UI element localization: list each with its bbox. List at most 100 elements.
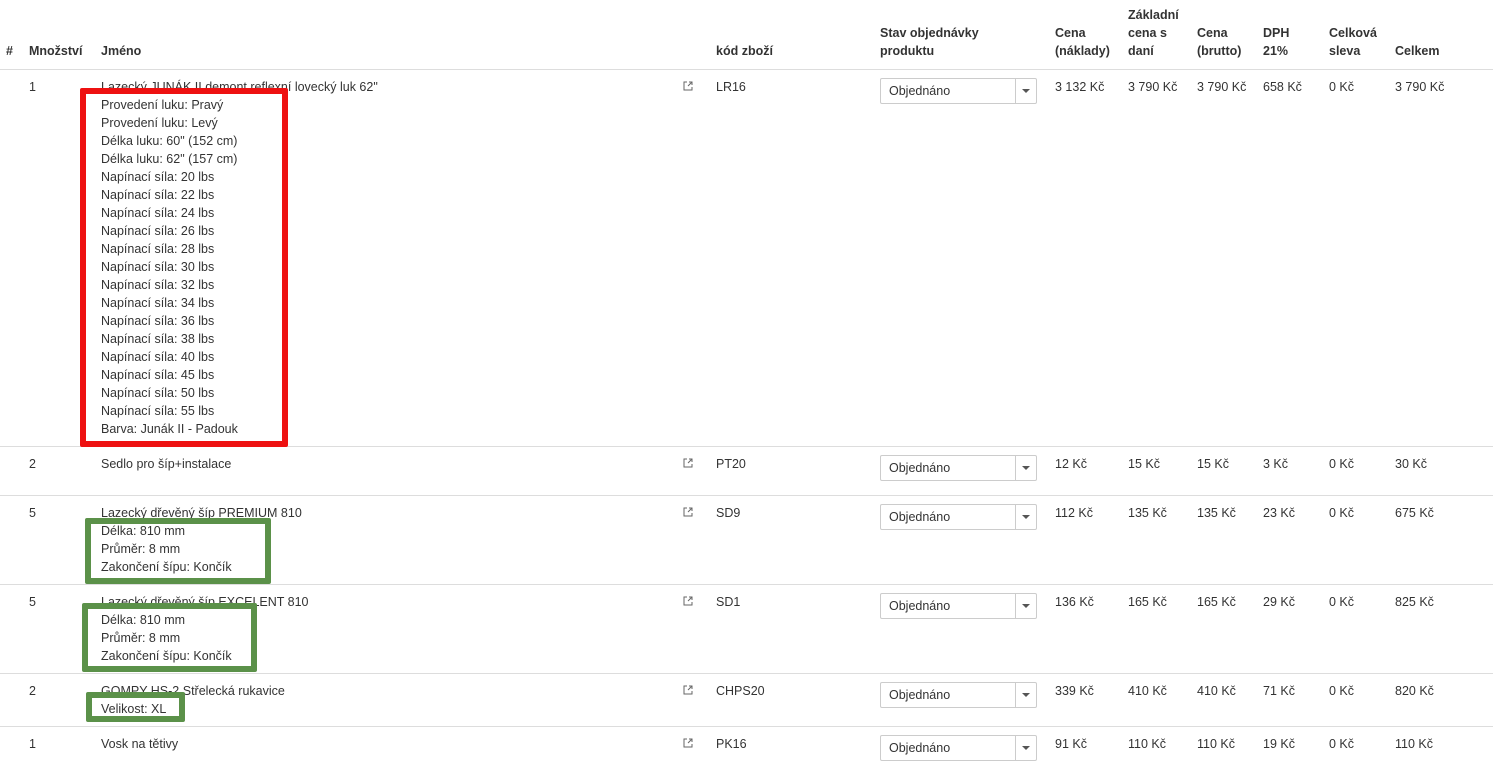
- product-attribute: Napínací síla: 24 lbs: [101, 206, 215, 220]
- cell-base-price: 3 790 Kč: [1128, 80, 1178, 94]
- cell-qty: 2: [29, 684, 36, 698]
- col-header-vat: DPH 21%: [1263, 26, 1290, 58]
- chevron-down-icon[interactable]: [1015, 594, 1036, 618]
- cell-qty: 5: [29, 506, 36, 520]
- product-attribute: Napínací síla: 38 lbs: [101, 332, 215, 346]
- external-link-icon[interactable]: [683, 457, 693, 468]
- cell-base-price: 135 Kč: [1128, 506, 1167, 520]
- product-attribute: Délka luku: 60" (152 cm): [101, 134, 238, 148]
- cell-cost: 136 Kč: [1055, 595, 1094, 609]
- cell-base-price: 165 Kč: [1128, 595, 1167, 609]
- external-link-icon[interactable]: [683, 737, 693, 748]
- chevron-down-icon[interactable]: [1015, 79, 1036, 103]
- order-status-value: Objednáno: [889, 688, 951, 702]
- col-header-num: #: [6, 44, 13, 58]
- product-attribute: Velikost: XL: [101, 702, 167, 716]
- product-attribute: Délka: 810 mm: [101, 613, 186, 627]
- cell-cost: 12 Kč: [1055, 457, 1087, 471]
- cell-gross-price: 110 Kč: [1197, 737, 1235, 751]
- product-attribute: Napínací síla: 50 lbs: [101, 386, 215, 400]
- product-attribute: Barva: Junák II - Padouk: [101, 422, 238, 436]
- row-divider: [0, 69, 1493, 70]
- cell-cost: 112 Kč: [1055, 506, 1093, 520]
- chevron-down-icon[interactable]: [1015, 736, 1036, 760]
- col-header-total: Celkem: [1395, 44, 1440, 58]
- order-status-value: Objednáno: [889, 510, 951, 524]
- product-attribute: Průměr: 8 mm: [101, 631, 181, 645]
- chevron-down-icon[interactable]: [1015, 456, 1036, 480]
- cell-total: 3 790 Kč: [1395, 80, 1445, 94]
- cell-discount: 0 Kč: [1329, 506, 1355, 520]
- order-status-select[interactable]: Objednáno: [880, 593, 1037, 619]
- cell-product-code: SD1: [716, 595, 741, 609]
- chevron-down-icon[interactable]: [1015, 683, 1036, 707]
- product-name: Sedlo pro šíp+instalace: [101, 457, 232, 471]
- product-name: Lazecký dřevěný šíp PREMIUM 810: [101, 506, 302, 520]
- cell-total: 675 Kč: [1395, 506, 1434, 520]
- cell-cost: 339 Kč: [1055, 684, 1094, 698]
- col-header-code: kód zboží: [716, 44, 773, 58]
- external-link-icon[interactable]: [683, 684, 693, 695]
- cell-cost: 91 Kč: [1055, 737, 1087, 751]
- row-divider: [0, 446, 1493, 447]
- cell-discount: 0 Kč: [1329, 80, 1355, 94]
- cell-cost: 3 132 Kč: [1055, 80, 1105, 94]
- cell-vat: 23 Kč: [1263, 506, 1295, 520]
- cell-discount: 0 Kč: [1329, 457, 1355, 471]
- product-attribute: Provedení luku: Levý: [101, 116, 218, 130]
- cell-vat: 71 Kč: [1263, 684, 1295, 698]
- cell-product-code: PK16: [716, 737, 747, 751]
- cell-vat: 29 Kč: [1263, 595, 1295, 609]
- order-status-select[interactable]: Objednáno: [880, 504, 1037, 530]
- col-header-discount: Celková sleva: [1329, 26, 1377, 58]
- cell-base-price: 15 Kč: [1128, 457, 1160, 471]
- external-link-icon[interactable]: [683, 595, 693, 606]
- external-link-icon[interactable]: [683, 506, 693, 517]
- cell-gross-price: 135 Kč: [1197, 506, 1236, 520]
- product-name: Lazecký dřevěný šíp EXCELENT 810: [101, 595, 309, 609]
- order-status-value: Objednáno: [889, 741, 951, 755]
- cell-product-code: LR16: [716, 80, 746, 94]
- product-attribute: Napínací síla: 45 lbs: [101, 368, 215, 382]
- cell-product-code: SD9: [716, 506, 741, 520]
- col-header-status: Stav objednávky produktu: [880, 26, 979, 58]
- col-header-name: Jméno: [101, 44, 142, 58]
- cell-product-code: CHPS20: [716, 684, 765, 698]
- product-attribute: Napínací síla: 20 lbs: [101, 170, 215, 184]
- row-divider: [0, 584, 1493, 585]
- col-header-qty: Množství: [29, 44, 83, 58]
- order-status-select[interactable]: Objednáno: [880, 455, 1037, 481]
- cell-qty: 1: [29, 80, 36, 94]
- chevron-down-icon[interactable]: [1015, 505, 1036, 529]
- order-status-value: Objednáno: [889, 461, 951, 475]
- cell-vat: 658 Kč: [1263, 80, 1302, 94]
- order-status-select[interactable]: Objednáno: [880, 682, 1037, 708]
- product-attribute: Napínací síla: 40 lbs: [101, 350, 215, 364]
- product-name: Lazecký JUNÁK II demont reflexní lovecký…: [101, 80, 378, 94]
- product-attribute: Napínací síla: 55 lbs: [101, 404, 215, 418]
- product-attribute: Napínací síla: 34 lbs: [101, 296, 215, 310]
- order-status-select[interactable]: Objednáno: [880, 735, 1037, 761]
- cell-total: 110 Kč: [1395, 737, 1433, 751]
- row-divider: [0, 726, 1493, 727]
- product-name: GOMPY HS-2 Střelecká rukavice: [101, 684, 285, 698]
- cell-gross-price: 3 790 Kč: [1197, 80, 1247, 94]
- product-attribute: Napínací síla: 22 lbs: [101, 188, 215, 202]
- order-status-value: Objednáno: [889, 599, 951, 613]
- col-header-cost: Cena (náklady): [1055, 26, 1110, 58]
- row-divider: [0, 673, 1493, 674]
- cell-gross-price: 410 Kč: [1197, 684, 1236, 698]
- col-header-gross: Cena (brutto): [1197, 26, 1242, 58]
- order-status-select[interactable]: Objednáno: [880, 78, 1037, 104]
- cell-product-code: PT20: [716, 457, 746, 471]
- product-attribute: Napínací síla: 32 lbs: [101, 278, 215, 292]
- cell-vat: 19 Kč: [1263, 737, 1295, 751]
- cell-qty: 5: [29, 595, 36, 609]
- cell-vat: 3 Kč: [1263, 457, 1289, 471]
- cell-discount: 0 Kč: [1329, 595, 1355, 609]
- cell-discount: 0 Kč: [1329, 684, 1355, 698]
- external-link-icon[interactable]: [683, 80, 693, 91]
- cell-qty: 1: [29, 737, 36, 751]
- cell-gross-price: 15 Kč: [1197, 457, 1229, 471]
- cell-gross-price: 165 Kč: [1197, 595, 1236, 609]
